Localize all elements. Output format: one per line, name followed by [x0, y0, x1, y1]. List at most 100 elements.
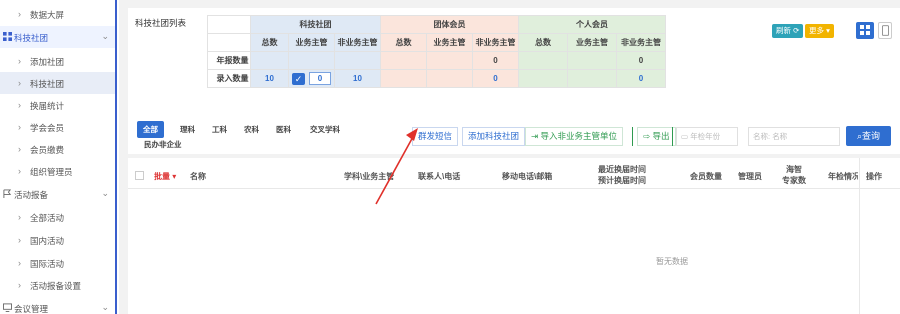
stats-cell-checked[interactable]: ✓ 0 [288, 69, 335, 88]
stats-cell [426, 69, 473, 88]
sidebar-item-label: 科技社团 [30, 79, 65, 89]
stats-cell-input[interactable]: 0 [309, 72, 331, 85]
col-members: 会员数量 [690, 172, 722, 181]
checkbox-checked-icon[interactable]: ✓ [292, 72, 305, 85]
stats-col-header: 总数 [380, 33, 427, 52]
divider [672, 127, 673, 146]
sidebar-item-members[interactable]: › 学会会员 [0, 116, 115, 138]
col-name: 名称 [190, 172, 206, 181]
import-units-button[interactable]: ⇥ 导入非业务主管单位 [525, 127, 624, 146]
export-button[interactable]: ⇨ 导出 [637, 127, 676, 146]
col-admin: 管理员 [738, 172, 762, 181]
sidebar-item-dashboard[interactable]: › 数据大屏 [0, 3, 115, 25]
sidebar-group-societies[interactable]: 科技社团 ⌄ [0, 26, 115, 48]
stats-cell [380, 51, 427, 70]
year-input[interactable]: ▭ 年检年份 [676, 127, 738, 146]
stats-col-header: 业务主管 [426, 33, 473, 52]
stats-cell [288, 51, 335, 70]
col-mobile-email: 移动电话\邮箱 [502, 172, 553, 181]
sidebar-group-meetings[interactable]: 会议管理 ⌄ [0, 297, 115, 314]
stats-cell: 10 [334, 69, 381, 88]
chevron-right-icon: › [18, 166, 21, 176]
phone-icon [882, 25, 889, 36]
sidebar-item-international[interactable]: › 国际活动 [0, 252, 115, 274]
stats-cell: 0 [616, 51, 666, 70]
stats-col-header: 业务主管 [288, 33, 335, 52]
chevron-right-icon: › [18, 9, 21, 19]
sidebar-item-societies[interactable]: › 科技社团 [0, 72, 115, 94]
stats-cell [518, 51, 568, 70]
col-subject-dept: 学科\业务主管 [344, 172, 395, 181]
sidebar-item-add-society[interactable]: › 添加社团 [0, 50, 115, 72]
filter-tab-science[interactable]: 理科 [180, 121, 195, 138]
batch-dropdown[interactable]: 批量 ▾ [154, 171, 176, 182]
stats-title: 科技社团列表 [135, 18, 187, 28]
sidebar-item-domestic[interactable]: › 国内活动 [0, 229, 115, 251]
filter-tab-private-nonprofit[interactable]: 民办非企业 [144, 136, 182, 153]
empty-state: 暂无数据 [656, 257, 688, 266]
sidebar-item-label: 会员缴费 [30, 145, 65, 155]
filter-tab-agriculture[interactable]: 农科 [244, 121, 259, 138]
col-recent-renewal: 最近换届时间 [598, 165, 646, 174]
grid-icon [3, 32, 12, 41]
export-icon: ⇨ [643, 131, 651, 141]
sidebar-item-activity-settings[interactable]: › 活动报备设置 [0, 274, 115, 296]
chevron-right-icon: › [18, 144, 21, 154]
mobile-view-button[interactable] [878, 22, 892, 39]
actions-column [859, 158, 900, 314]
sidebar-item-renewal-stats[interactable]: › 换届统计 [0, 94, 115, 116]
name-placeholder: 名称 [772, 132, 788, 141]
send-sms-button[interactable]: 群发短信 [412, 127, 459, 146]
search-button[interactable]: ⌕查询 [846, 126, 891, 146]
results-panel: 批量 ▾ 名称 学科\业务主管 联系人\电话 移动电话\邮箱 最近换届时间 预计… [128, 158, 900, 314]
more-button[interactable]: 更多 ▾ [805, 24, 834, 38]
chevron-right-icon: › [18, 235, 21, 245]
stats-col-header: 非业务主管 [616, 33, 666, 52]
chevron-right-icon: › [18, 78, 21, 88]
filter-tab-medicine[interactable]: 医科 [276, 121, 291, 138]
stats-col-header: 业务主管 [567, 33, 617, 52]
select-all-checkbox[interactable] [135, 171, 144, 180]
chevron-right-icon: › [18, 280, 21, 290]
stats-cell: 0 [472, 51, 519, 70]
sidebar: › 数据大屏 科技社团 ⌄ › 添加社团 › 科技社团 › 换届统计 › 学会会… [0, 0, 117, 314]
sidebar-item-label: 数据大屏 [30, 10, 65, 20]
calendar-icon: ▭ [681, 132, 689, 141]
add-society-button[interactable]: 添加科技社团 [462, 127, 526, 146]
chevron-down-icon: ⌄ [101, 188, 109, 198]
stats-row-label: 年报数量 [207, 51, 251, 70]
sidebar-group-label: 活动报备 [14, 190, 49, 200]
chevron-down-icon: ⌄ [101, 31, 109, 41]
grid-view-button[interactable] [856, 22, 874, 39]
name-prefix: 名称: [753, 132, 771, 141]
chevron-down-icon: ⌄ [101, 302, 109, 312]
name-search-input[interactable]: 名称: 名称 [748, 127, 840, 146]
col-contact-phone: 联系人\电话 [418, 172, 461, 181]
col-experts: 专家数 [782, 176, 806, 185]
stats-cell [567, 51, 617, 70]
stats-cell [380, 69, 427, 88]
sidebar-item-all-activities[interactable]: › 全部活动 [0, 206, 115, 228]
chevron-right-icon: › [18, 122, 21, 132]
sidebar-item-label: 添加社团 [30, 57, 65, 67]
filter-tab-engineering[interactable]: 工科 [212, 121, 227, 138]
search-button-label: 查询 [862, 131, 881, 141]
stats-cell: 0 [616, 69, 666, 88]
sidebar-item-org-admins[interactable]: › 组织管理员 [0, 160, 115, 182]
col-overseas: 海智 [786, 165, 802, 174]
sidebar-item-label: 活动报备设置 [30, 281, 82, 291]
stats-cell [518, 69, 568, 88]
stats-table: 科技社团 团体会员 个人会员 总数 业务主管 非业务主管 总数 业务主管 非业务… [207, 15, 666, 88]
main-content: 科技社团列表 科技社团 团体会员 个人会员 总数 业务主管 非业务主管 总数 业… [119, 0, 900, 314]
col-overseas-experts: 海智 专家数 [782, 164, 806, 186]
sidebar-item-dues[interactable]: › 会员缴费 [0, 138, 115, 160]
stats-panel: 科技社团列表 科技社团 团体会员 个人会员 总数 业务主管 非业务主管 总数 业… [128, 8, 900, 154]
stats-corner [207, 33, 251, 52]
sidebar-group-activities[interactable]: 活动报备 ⌄ [0, 183, 115, 205]
stats-cell [426, 51, 473, 70]
refresh-button[interactable]: 刷新 ⟳ [772, 24, 804, 38]
filter-tab-interdisciplinary[interactable]: 交叉学科 [310, 121, 340, 138]
stats-group-header: 科技社团 [250, 15, 381, 34]
caret-down-icon: ▾ [170, 172, 177, 181]
grid-view-icon [860, 25, 870, 35]
